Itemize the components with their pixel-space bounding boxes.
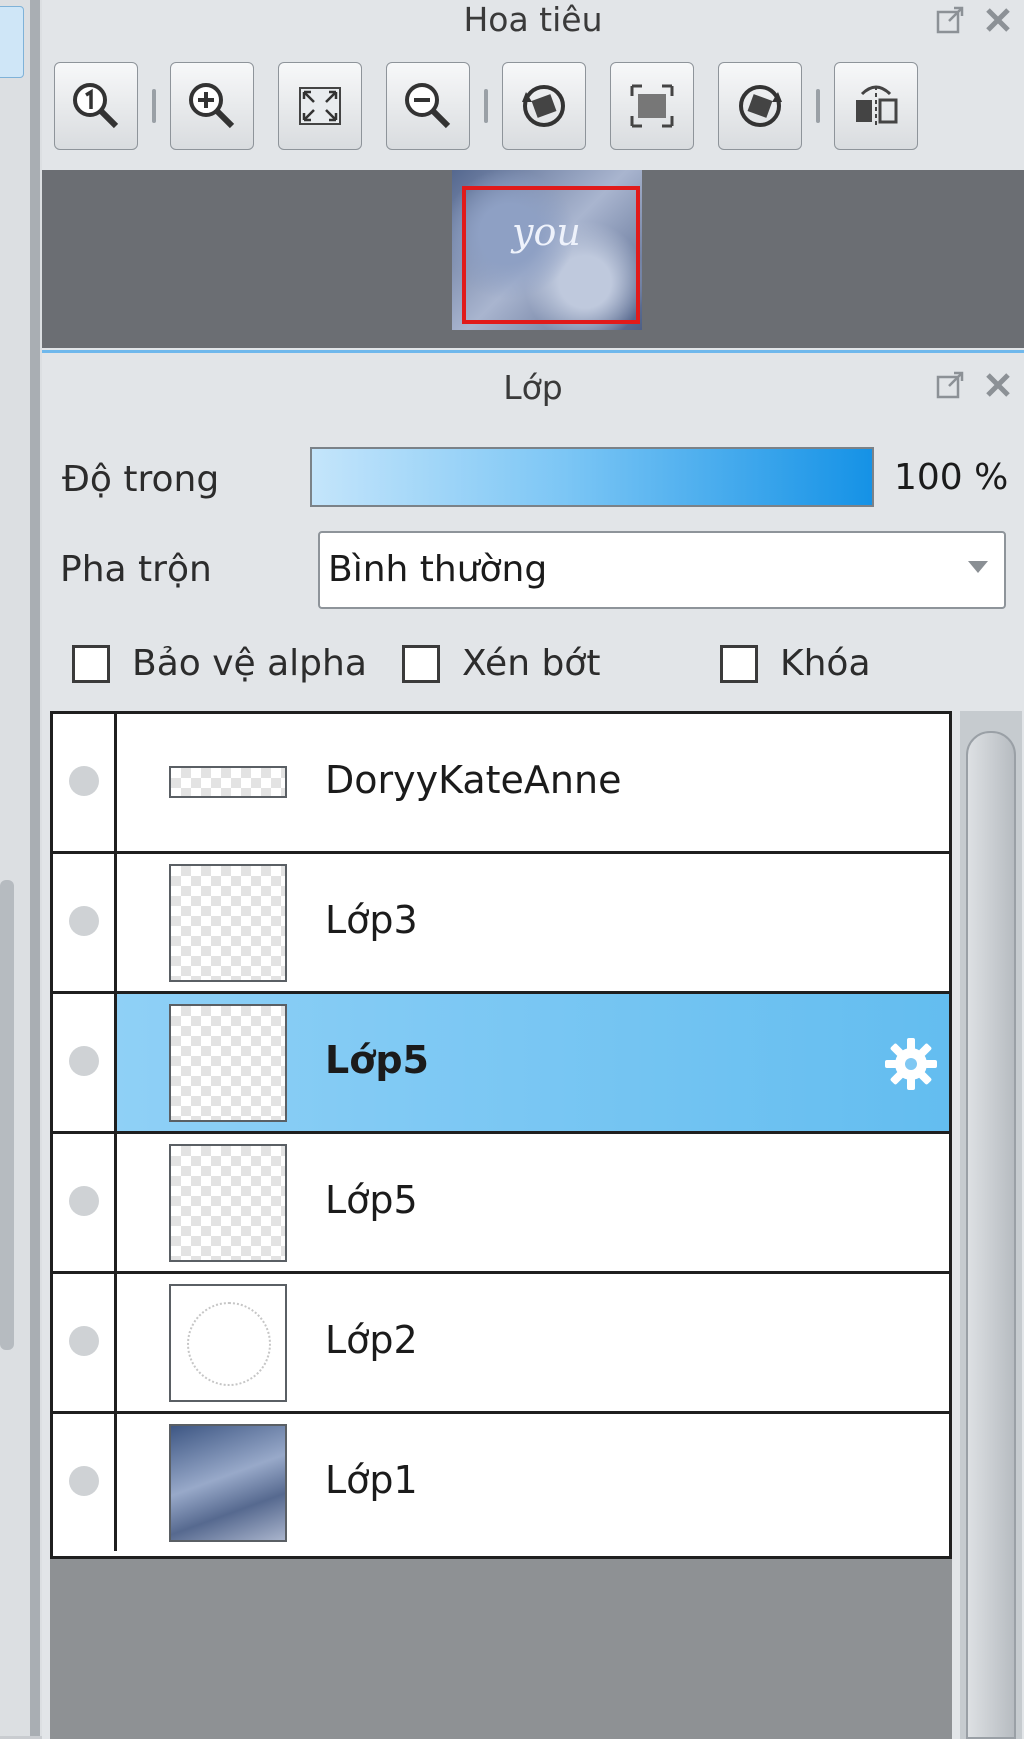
navigator-title: Hoa tiêu xyxy=(463,0,603,39)
toolbar-separator xyxy=(816,89,820,123)
protect-alpha-checkbox[interactable]: Bảo vệ alpha xyxy=(72,643,367,684)
opacity-value: 100 % xyxy=(894,457,1009,498)
layer-list-scrollbar[interactable] xyxy=(960,711,1022,1739)
layer-thumbnail xyxy=(169,1284,287,1402)
layer-visibility-toggle[interactable] xyxy=(53,994,117,1131)
rotate-right-button[interactable] xyxy=(718,62,802,150)
reset-view-button[interactable] xyxy=(610,62,694,150)
layer-row[interactable]: Lớp3 xyxy=(53,854,949,994)
layer-name: Lớp2 xyxy=(325,1318,418,1362)
left-sidebar-strip xyxy=(0,0,43,1736)
rotate-right-icon xyxy=(739,85,782,127)
layer-thumbnail xyxy=(169,766,287,798)
checkbox-box[interactable] xyxy=(402,644,440,683)
layer-visibility-toggle[interactable] xyxy=(53,1414,117,1551)
layer-name: Lớp5 xyxy=(325,1038,429,1082)
scrollbar-thumb[interactable] xyxy=(966,731,1016,1739)
layer-visibility-toggle[interactable] xyxy=(53,714,117,851)
sidebar-scrollbar[interactable] xyxy=(0,880,14,1350)
layer-thumbnail xyxy=(169,1424,287,1542)
fit-screen-button[interactable] xyxy=(278,62,362,150)
toolbar-separator xyxy=(152,89,156,123)
navigator-view-frame[interactable] xyxy=(462,186,640,324)
layer-visibility-toggle[interactable] xyxy=(53,1274,117,1411)
layer-thumbnail xyxy=(169,1004,287,1122)
flip-horizontal-button[interactable] xyxy=(834,62,918,150)
layer-thumbnail xyxy=(169,864,287,982)
layer-row[interactable]: Lớp2 xyxy=(53,1274,949,1414)
navigator-panel: Hoa tiêu you xyxy=(42,0,1024,350)
opacity-slider[interactable] xyxy=(310,447,874,507)
popout-icon xyxy=(936,371,964,399)
visibility-dot-icon xyxy=(69,1466,99,1496)
sidebar-splitter[interactable] xyxy=(30,0,40,1736)
toolbar-separator xyxy=(484,89,488,123)
close-icon xyxy=(986,8,1010,32)
layer-row-body[interactable]: Lớp5 xyxy=(117,1134,949,1271)
blend-mode-value: Bình thường xyxy=(328,549,548,590)
reset-view-icon xyxy=(630,84,674,128)
blend-mode-select[interactable]: Bình thường xyxy=(318,531,1006,609)
visibility-dot-icon xyxy=(69,766,99,796)
layer-thumbnail xyxy=(169,1144,287,1262)
layers-panel: Lớp Độ trong 100 % Pha trộn Bình thường … xyxy=(42,350,1024,1739)
rotate-left-button[interactable] xyxy=(502,62,586,150)
fit-screen-icon xyxy=(299,87,341,125)
layer-row-body[interactable]: DoryyKateAnne xyxy=(117,714,949,851)
chevron-down-icon xyxy=(968,561,988,573)
navigator-window-buttons xyxy=(930,2,1018,38)
blend-mode-label: Pha trộn xyxy=(60,549,212,590)
layers-popout-button[interactable] xyxy=(930,367,970,403)
layer-visibility-toggle[interactable] xyxy=(53,854,117,991)
flip-horizontal-icon xyxy=(856,85,898,128)
layer-row-body[interactable]: Lớp1 xyxy=(117,1414,949,1551)
layer-row[interactable]: DoryyKateAnne xyxy=(53,714,949,854)
checkbox-box[interactable] xyxy=(72,644,110,683)
navigator-popout-button[interactable] xyxy=(930,2,970,38)
sidebar-tab[interactable] xyxy=(0,6,24,78)
layer-row[interactable]: Lớp5 xyxy=(53,1134,949,1274)
zoom-actual-icon xyxy=(73,83,119,129)
navigator-toolbar xyxy=(54,62,918,150)
zoom-in-icon xyxy=(189,83,235,129)
layer-visibility-toggle[interactable] xyxy=(53,1134,117,1271)
visibility-dot-icon xyxy=(69,906,99,936)
visibility-dot-icon xyxy=(69,1046,99,1076)
checkbox-box[interactable] xyxy=(720,644,758,683)
layer-row[interactable]: Lớp1 xyxy=(53,1414,949,1554)
popout-icon xyxy=(936,6,964,34)
layers-window-buttons xyxy=(930,367,1018,403)
layer-list-empty-area xyxy=(50,1559,952,1739)
layer-name: Lớp5 xyxy=(325,1178,418,1222)
checkbox-label: Bảo vệ alpha xyxy=(132,643,367,684)
checkbox-label: Khóa xyxy=(780,643,871,684)
lock-checkbox[interactable]: Khóa xyxy=(720,643,871,684)
zoom-in-button[interactable] xyxy=(170,62,254,150)
opacity-label: Độ trong xyxy=(62,459,220,500)
layers-close-button[interactable] xyxy=(978,367,1018,403)
layer-row-body[interactable]: Lớp2 xyxy=(117,1274,949,1411)
visibility-dot-icon xyxy=(69,1326,99,1356)
navigator-close-button[interactable] xyxy=(978,2,1018,38)
clipping-checkbox[interactable]: Xén bớt xyxy=(402,643,600,684)
layer-row-body[interactable]: Lớp5 xyxy=(117,994,949,1131)
layer-row-selected[interactable]: Lớp5 xyxy=(53,994,949,1134)
close-icon xyxy=(986,373,1010,397)
layer-name: Lớp1 xyxy=(325,1458,418,1502)
rotate-left-icon xyxy=(522,85,565,127)
layer-settings-gear-icon[interactable] xyxy=(881,1034,941,1094)
layer-row-body[interactable]: Lớp3 xyxy=(117,854,949,991)
checkbox-label: Xén bớt xyxy=(462,643,601,684)
layer-name: DoryyKateAnne xyxy=(325,758,622,802)
visibility-dot-icon xyxy=(69,1186,99,1216)
layers-title: Lớp xyxy=(503,368,563,407)
navigator-preview-area[interactable]: you xyxy=(42,170,1024,348)
layer-list: DoryyKateAnne Lớp3 Lớp5 Lớp5 Lớp2 Lớp1 xyxy=(50,711,952,1559)
zoom-out-button[interactable] xyxy=(386,62,470,150)
zoom-actual-button[interactable] xyxy=(54,62,138,150)
zoom-out-icon xyxy=(405,83,451,129)
layer-name: Lớp3 xyxy=(325,898,418,942)
